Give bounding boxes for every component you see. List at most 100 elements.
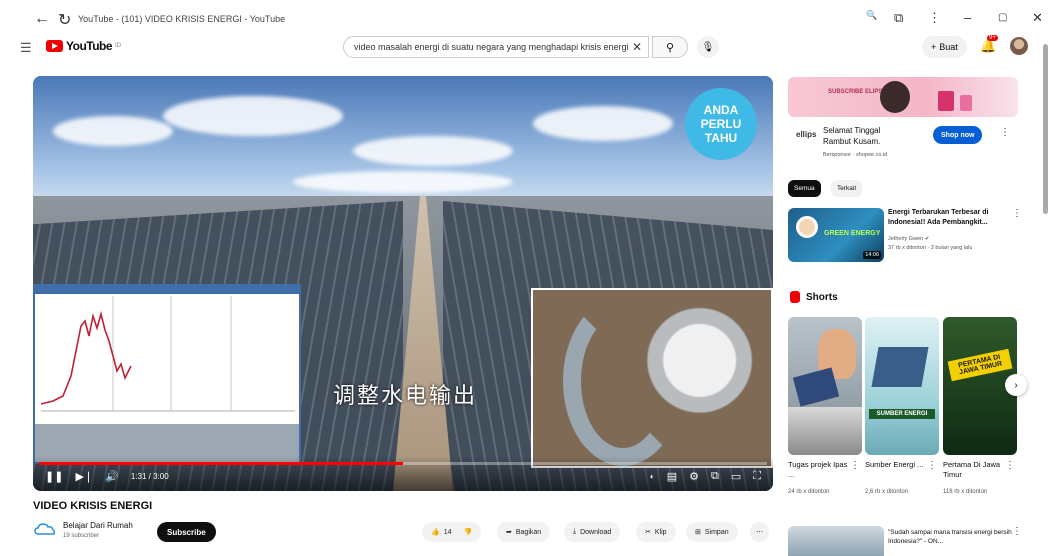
time-display: 1:31 / 3:00 [130,472,169,481]
page-scrollbar[interactable] [1043,44,1048,214]
short-thumbnail-text: PERTAMA DI JAWA TIMUR [947,348,1013,382]
next-icon[interactable]: ▶❘ [75,470,93,483]
recommended-channel: Jetherly Gwen ✔ [888,236,930,242]
short-title[interactable]: Sumber Energi ... [865,460,925,470]
more-vertical-icon[interactable]: ⋮ [927,460,937,471]
thumbs-up-icon: 👍 [431,529,440,536]
video-thumbnail[interactable]: GREEN ENERGY 14:06 [788,208,884,262]
avatar[interactable] [1010,37,1028,55]
volume-icon[interactable]: 🔊 [105,470,119,483]
search-button[interactable]: ⚲ [652,36,688,58]
close-icon[interactable]: ✕ [1032,10,1043,26]
download-button[interactable]: ⤓ Download [564,522,621,542]
chip-related[interactable]: Terkait [831,180,863,197]
player-controls-left: ❚❚ ▶❘ 🔊 1:31 / 3:00 [45,470,169,483]
cloud-shape [353,136,513,166]
browser-menu-icon[interactable]: ⋮ [928,10,941,26]
short-thumbnail[interactable] [788,317,862,455]
shop-now-button[interactable]: Shop now [933,126,983,144]
short-views: 2,6 rb x ditonton [865,489,909,495]
notification-badge: 9+ [987,35,998,41]
hamburger-menu-icon[interactable]: ☰ [20,40,32,56]
inset-chart [33,284,301,464]
download-icon: ⤓ [573,528,577,535]
recommended-title: "Sudah sampai mana transisi energi bersi… [888,529,1012,545]
ad-info[interactable]: ellips Selamat Tinggal Rambut Kusam. Ber… [788,122,1018,170]
more-actions-button[interactable]: ⋯ [750,522,769,542]
short-title[interactable]: Pertama Di Jawa Timur [943,460,1003,480]
video-subtitle: 调整水电输出 [333,383,478,408]
extensions-icon[interactable]: ⧉ [894,10,903,26]
cloud-shape [293,171,513,193]
solar-panel-image [871,347,929,387]
device-image [792,367,840,407]
theater-mode-icon[interactable]: ▭ [731,470,741,483]
shorts-next-button[interactable]: › [1005,374,1027,396]
cloud-shape [53,116,173,146]
reload-icon[interactable]: ↻ [58,10,71,30]
more-vertical-icon[interactable]: ⋮ [1000,127,1010,138]
search-input[interactable]: video masalah energi di suatu negara yan… [343,36,649,58]
like-button[interactable]: 👍 14 👎 [422,522,482,542]
zoom-icon[interactable]: 🔍 [866,10,877,21]
subscribe-button[interactable]: Subscribe [157,522,216,542]
notifications-button[interactable]: 🔔 9+ [980,35,998,54]
save-button[interactable]: ⊞ Simpan [686,522,738,542]
share-button[interactable]: ➦ Bagikan [497,522,551,542]
ad-model-image [880,81,910,113]
progress-bar[interactable] [39,462,767,465]
autoplay-toggle-icon[interactable]: ◐ [650,472,655,481]
channel-name[interactable]: Belajar Dari Rumah [63,521,133,530]
microphone-icon: 🎙 [701,41,715,53]
save-label: Simpan [704,528,729,536]
thumbnail-text: GREEN ENERGY [824,230,881,237]
cloud-shape [163,96,343,136]
clip-button[interactable]: ✂ Klip [636,522,676,542]
create-button[interactable]: + Buat [922,36,967,58]
back-arrow-icon[interactable]: ← [34,10,50,30]
ad-product-image [960,95,972,111]
table-image [788,407,862,455]
minimize-icon[interactable]: – [964,10,971,25]
logo-region: ID [115,43,122,49]
download-label: Download [580,528,612,536]
advertiser-logo: ellips [796,130,817,139]
thumbs-down-icon[interactable]: 👎 [464,528,473,536]
settings-gear-icon[interactable]: ⚙ [689,470,699,483]
shorts-heading: Shorts [790,291,838,303]
ad-banner-text: SUBSCRIBE ELIPS [828,89,883,95]
video-player[interactable]: ANDA PERLU TAHU 调整水电输出 ❚❚ ▶❘ 🔊 1:31 / 3:… [33,76,773,491]
short-title[interactable]: Tugas projek Ipas ... [788,460,848,480]
video-duration: 14:06 [863,251,881,259]
pause-icon[interactable]: ❚❚ [45,470,63,483]
video-thumbnail[interactable] [788,526,884,556]
clear-search-icon[interactable]: ✕ [632,40,642,54]
subtitles-icon[interactable]: ▤ [667,470,677,483]
more-vertical-icon[interactable]: ⋮ [1005,460,1015,471]
plus-icon: + [931,42,937,52]
more-vertical-icon[interactable]: ⋮ [850,460,860,471]
miniplayer-icon[interactable]: ⧉ [711,470,719,483]
voice-search-button[interactable]: 🎙 [697,36,719,58]
channel-cloud-icon[interactable] [34,522,56,536]
youtube-logo[interactable]: YouTube ID [46,39,121,53]
shorts-icon [790,291,800,303]
verified-icon: ✔ [924,236,930,242]
short-thumbnail-text: SUMBER ENERGI [869,409,935,419]
restore-icon[interactable]: ▢ [998,12,1007,23]
cloud-shape [533,106,673,141]
more-vertical-icon[interactable]: ⋮ [1012,208,1022,219]
short-thumbnail[interactable]: SUMBER ENERGI [865,317,939,455]
short-views: 24 rb x ditonton [788,489,830,495]
more-vertical-icon[interactable]: ⋮ [1012,526,1022,537]
logo-text: YouTube [66,39,113,53]
inset-chart-graph [35,286,299,462]
fullscreen-icon[interactable]: ⛶ [753,470,761,483]
youtube-play-icon [46,40,63,52]
ad-banner[interactable]: SUBSCRIBE ELIPS [788,77,1018,117]
browser-titlebar: ← ↻ YouTube - (101) VIDEO KRISIS ENERGI … [0,0,1051,36]
share-icon: ➦ [506,529,512,536]
chip-all[interactable]: Semua [788,180,821,197]
youtube-header: ☰ YouTube ID video masalah energi di sua… [0,35,1051,66]
recommended-meta: 37 rb x ditonton · 3 bulan yang lalu [888,245,973,251]
